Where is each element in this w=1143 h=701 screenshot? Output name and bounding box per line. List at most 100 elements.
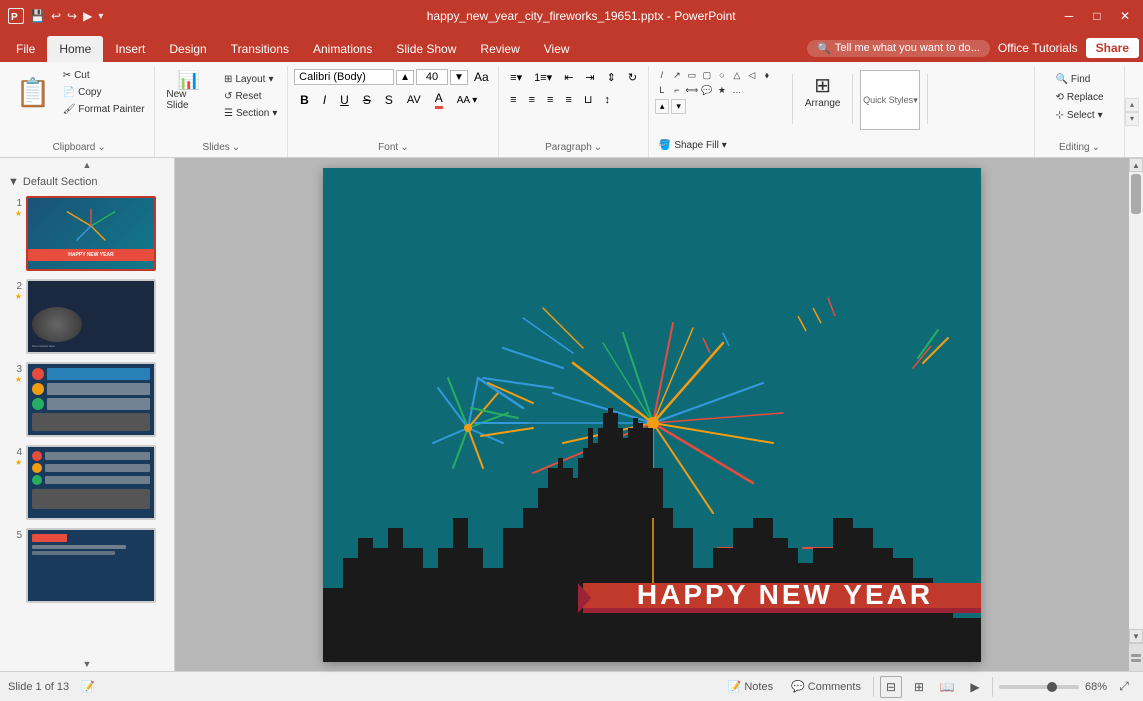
quick-styles-button[interactable]: Quick Styles ▾: [860, 70, 920, 130]
shapes-scroll-down[interactable]: ▾: [671, 99, 686, 114]
layout-button[interactable]: ⊞ Layout ▾: [220, 72, 281, 87]
tell-me-input[interactable]: 🔍 Tell me what you want to do...: [807, 40, 990, 57]
change-case-button[interactable]: AA ▾: [451, 93, 484, 108]
replace-button[interactable]: ⟲ Replace: [1051, 90, 1107, 105]
font-expand-icon[interactable]: ⌄: [400, 142, 408, 153]
tab-transitions[interactable]: Transitions: [219, 36, 301, 62]
font-color-button[interactable]: A: [429, 89, 449, 111]
slide-item-4[interactable]: 4 ★: [4, 443, 170, 522]
shape-rounded[interactable]: ▢: [700, 68, 714, 82]
tab-design[interactable]: Design: [157, 36, 218, 62]
shape-tri[interactable]: △: [730, 68, 744, 82]
editing-expand-icon[interactable]: ⌄: [1092, 142, 1100, 153]
slide-thumb-1[interactable]: HAPPY NEW YEAR: [26, 196, 156, 271]
shape-line[interactable]: /: [655, 68, 669, 82]
shape-fill-button[interactable]: 🪣 Shape Fill ▾: [655, 138, 749, 153]
shape-star[interactable]: ★: [715, 83, 729, 97]
quick-access-dropdown[interactable]: ▾: [98, 11, 103, 22]
italic-button[interactable]: I: [317, 91, 332, 109]
section-header[interactable]: ▼ Default Section: [0, 172, 174, 192]
bold-button[interactable]: B: [294, 91, 315, 109]
slide-thumb-5[interactable]: [26, 528, 156, 603]
slide-item-2[interactable]: 2 ★ Text content here: [4, 277, 170, 356]
reading-view-button[interactable]: 📖: [936, 676, 958, 698]
line-spacing-button[interactable]: ↕: [599, 91, 615, 109]
columns-button[interactable]: ⊔: [579, 90, 598, 109]
slide-sorter-button[interactable]: ⊞: [908, 676, 930, 698]
text-shadow-button[interactable]: S: [379, 91, 399, 109]
tab-home[interactable]: Home: [47, 36, 103, 62]
shape-para[interactable]: ⬧: [760, 68, 774, 82]
shape-rect[interactable]: ▭: [685, 68, 699, 82]
shape-dbl[interactable]: ⟺: [685, 83, 699, 97]
slideshow-view-button[interactable]: ▶: [964, 676, 986, 698]
paragraph-expand-icon[interactable]: ⌄: [594, 142, 602, 153]
minimize-button[interactable]: ─: [1059, 6, 1079, 26]
tab-view[interactable]: View: [532, 36, 582, 62]
font-name-input[interactable]: [294, 69, 394, 85]
reset-button[interactable]: ↺ Reset: [220, 89, 281, 104]
scrollbar-down-button[interactable]: ▼: [1129, 629, 1143, 643]
scrollbar-up-button[interactable]: ▲: [1129, 158, 1143, 172]
slide-item-1[interactable]: 1 ★: [4, 194, 170, 273]
align-center-button[interactable]: ≡: [524, 91, 540, 109]
shape-more[interactable]: …: [730, 83, 744, 97]
new-slide-button[interactable]: 📊 New Slide: [161, 68, 216, 114]
quick-access-save[interactable]: 💾: [30, 9, 45, 23]
scrollbar-thumb[interactable]: [1131, 174, 1141, 214]
increase-indent-button[interactable]: ⇥: [580, 68, 599, 87]
decrease-indent-button[interactable]: ⇤: [559, 68, 578, 87]
bullets-button[interactable]: ≡▾: [505, 68, 527, 87]
arrange-button[interactable]: ⊞ Arrange: [800, 70, 846, 112]
shape-callout[interactable]: 💬: [700, 83, 714, 97]
panel-scroll-up[interactable]: ▲: [0, 158, 174, 172]
font-size-increase-button[interactable]: ▲: [396, 70, 414, 85]
underline-button[interactable]: U: [334, 91, 355, 109]
strikethrough-button[interactable]: S: [357, 91, 377, 109]
tab-file[interactable]: File: [4, 36, 47, 62]
slides-expand-icon[interactable]: ⌄: [232, 142, 240, 153]
align-left-button[interactable]: ≡: [505, 91, 521, 109]
notes-button[interactable]: 📝 Notes: [722, 678, 779, 695]
slide-thumb-4[interactable]: [26, 445, 156, 520]
quick-access-undo[interactable]: ↩: [51, 9, 61, 23]
section-button[interactable]: ☰ Section ▾: [220, 106, 281, 121]
fit-slide-button[interactable]: ⤢: [1113, 676, 1135, 698]
shape-ellipse[interactable]: ○: [715, 68, 729, 82]
slide-item-3[interactable]: 3 ★: [4, 360, 170, 439]
convert-smartart-button[interactable]: ↻: [623, 68, 642, 87]
font-spacing-button[interactable]: AV: [401, 92, 427, 108]
ribbon-scroll-up[interactable]: ▴: [1125, 98, 1139, 112]
close-button[interactable]: ✕: [1115, 6, 1135, 26]
font-size-input[interactable]: [416, 69, 448, 85]
clear-format-button[interactable]: Aa: [470, 68, 493, 86]
normal-view-button[interactable]: ⊟: [880, 676, 902, 698]
select-button[interactable]: ⊹ Select ▾: [1051, 108, 1106, 123]
justify-button[interactable]: ≡: [560, 91, 576, 109]
shape-arrow[interactable]: ↗: [670, 68, 684, 82]
slide-canvas[interactable]: HAPPY NEW YEAR: [323, 168, 981, 662]
shapes-scroll-up[interactable]: ▴: [655, 99, 670, 114]
zoom-thumb[interactable]: [1047, 682, 1057, 692]
slide-thumb-3[interactable]: [26, 362, 156, 437]
shape-bend[interactable]: ⌐: [670, 83, 684, 97]
slide-thumb-2[interactable]: Text content here: [26, 279, 156, 354]
quick-access-present[interactable]: ▶: [83, 9, 92, 23]
tab-animations[interactable]: Animations: [301, 36, 384, 62]
share-button[interactable]: Share: [1086, 38, 1139, 58]
tab-review[interactable]: Review: [468, 36, 531, 62]
tab-slideshow[interactable]: Slide Show: [384, 36, 468, 62]
clipboard-expand-icon[interactable]: ⌄: [97, 142, 105, 153]
shape-l[interactable]: L: [655, 83, 669, 97]
slide-item-5[interactable]: 5: [4, 526, 170, 605]
cut-button[interactable]: ✂ Cut: [59, 68, 149, 83]
align-right-button[interactable]: ≡: [542, 91, 558, 109]
font-size-decrease-button[interactable]: ▼: [450, 70, 468, 85]
maximize-button[interactable]: □: [1087, 6, 1107, 26]
shape-rt[interactable]: ◁: [745, 68, 759, 82]
format-painter-button[interactable]: 🖌 Format Painter: [59, 102, 149, 117]
numbering-button[interactable]: 1≡▾: [529, 68, 557, 87]
quick-access-redo[interactable]: ↪: [67, 9, 77, 23]
zoom-slider[interactable]: [999, 685, 1079, 689]
scrollbar-track[interactable]: [1129, 172, 1143, 629]
